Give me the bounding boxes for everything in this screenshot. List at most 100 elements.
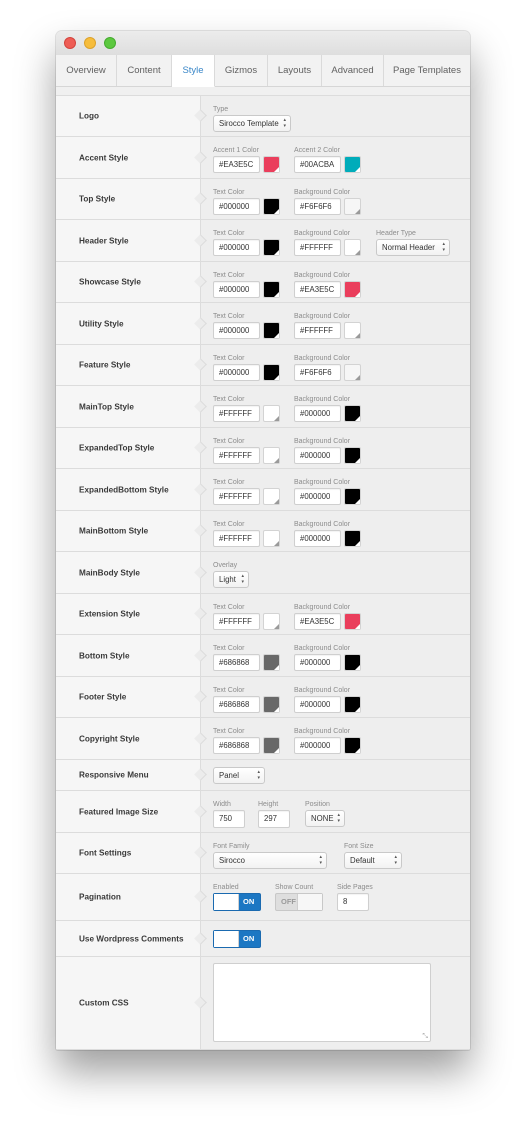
text-color-input[interactable]: #000000 — [213, 322, 260, 339]
background-color-input[interactable]: #000000 — [294, 488, 341, 505]
text-color-swatch[interactable] — [263, 696, 280, 713]
enabled-toggle[interactable]: ON — [213, 893, 261, 911]
background-color-input[interactable]: #FFFFFF — [294, 322, 341, 339]
show-count-toggle[interactable]: OFF — [275, 893, 323, 911]
tab-advanced[interactable]: Advanced — [322, 55, 384, 86]
setting-row-top-style: Top Style Text Color #000000 Background Col… — [56, 179, 470, 220]
text-color-input[interactable]: #FFFFFF — [213, 488, 260, 505]
field-overlay: Overlay Light — [213, 561, 249, 588]
text-color-input[interactable]: #000000 — [213, 364, 260, 381]
background-color-swatch[interactable] — [344, 322, 361, 339]
text-color-input[interactable]: #FFFFFF — [213, 447, 260, 464]
position-select[interactable]: NONE — [305, 810, 345, 827]
accent-1-color-input[interactable]: #EA3E5C — [213, 156, 260, 173]
setting-row-header-style: Header Style Text Color #000000 Background … — [56, 220, 470, 262]
background-color-swatch[interactable] — [344, 530, 361, 547]
tab-layouts[interactable]: Layouts — [268, 55, 322, 86]
background-color-input[interactable]: #000000 — [294, 530, 341, 547]
setting-label: Copyright Style — [79, 734, 140, 743]
setting-label-cell: Custom CSS — [56, 957, 201, 1049]
background-color-swatch[interactable] — [344, 696, 361, 713]
background-color-input[interactable]: #EA3E5C — [294, 613, 341, 630]
field-label: Height — [258, 801, 279, 808]
field-control: Sirocco — [213, 852, 327, 869]
tab-content[interactable]: Content — [117, 55, 172, 86]
field-text-color: Text Color #000000 — [213, 271, 280, 298]
minimize-window-button[interactable] — [84, 37, 96, 49]
background-color-input[interactable]: #FFFFFF — [294, 239, 341, 256]
text-color-swatch[interactable] — [263, 239, 280, 256]
background-color-swatch[interactable] — [344, 239, 361, 256]
field-control: Default — [344, 852, 402, 869]
use-wordpress-comments-toggle[interactable]: ON — [213, 930, 261, 948]
tab-style[interactable]: Style — [172, 55, 215, 87]
accent-2-color-swatch[interactable] — [344, 156, 361, 173]
text-color-swatch[interactable] — [263, 405, 280, 422]
background-color-input[interactable]: #000000 — [294, 405, 341, 422]
tab-overview[interactable]: Overview — [56, 55, 117, 86]
accent-2-color-input[interactable]: #00ACBA — [294, 156, 341, 173]
background-color-input[interactable]: #000000 — [294, 447, 341, 464]
text-color-input[interactable]: #000000 — [213, 239, 260, 256]
setting-label: Font Settings — [79, 848, 132, 858]
field-background-color: Background Color #EA3E5C — [294, 603, 361, 630]
text-color-input[interactable]: #FFFFFF — [213, 405, 260, 422]
text-color-swatch[interactable] — [263, 613, 280, 630]
text-color-swatch[interactable] — [263, 654, 280, 671]
setting-row-feature-style: Feature Style Text Color #000000 Background… — [56, 345, 470, 386]
text-color-input[interactable]: #FFFFFF — [213, 530, 260, 547]
custom-css-textarea[interactable]: ⤡ — [213, 963, 431, 1042]
field-label: Background Color — [294, 355, 351, 362]
width-input[interactable]: 750 — [213, 810, 245, 828]
field-text-color: Text Color #000000 — [213, 229, 280, 256]
setting-label: Responsive Menu — [79, 770, 149, 780]
text-color-input[interactable]: #000000 — [213, 198, 260, 215]
background-color-swatch[interactable] — [344, 447, 361, 464]
text-color-input[interactable]: #FFFFFF — [213, 613, 260, 630]
field-label: Type — [213, 106, 229, 113]
type-select[interactable]: Sirocco Template — [213, 115, 291, 132]
text-color-swatch[interactable] — [263, 447, 280, 464]
tab-page-templates[interactable]: Page Templates — [384, 55, 470, 86]
background-color-input[interactable]: #000000 — [294, 654, 341, 671]
text-color-swatch[interactable] — [263, 364, 280, 381]
background-color-swatch[interactable] — [344, 488, 361, 505]
text-color-input[interactable]: #686868 — [213, 654, 260, 671]
background-color-input[interactable]: #F6F6F6 — [294, 364, 341, 381]
field-label: Accent 1 Color — [213, 147, 259, 154]
font-family-select[interactable]: Sirocco — [213, 852, 327, 869]
background-color-swatch[interactable] — [344, 613, 361, 630]
text-color-swatch[interactable] — [263, 281, 280, 298]
background-color-swatch[interactable] — [344, 364, 361, 381]
background-color-input[interactable]: #000000 — [294, 696, 341, 713]
background-color-swatch[interactable] — [344, 281, 361, 298]
text-color-swatch[interactable] — [263, 198, 280, 215]
text-color-swatch[interactable] — [263, 530, 280, 547]
text-color-swatch[interactable] — [263, 737, 280, 754]
text-color-input[interactable]: #686868 — [213, 696, 260, 713]
resize-grip-icon[interactable]: ⤡ — [422, 1033, 428, 1040]
background-color-swatch[interactable] — [344, 737, 361, 754]
setting-row-copyright-style: Copyright Style Text Color #686868 Backgrou… — [56, 718, 470, 760]
text-color-input[interactable]: #686868 — [213, 737, 260, 754]
background-color-input[interactable]: #F6F6F6 — [294, 198, 341, 215]
tab-gizmos[interactable]: Gizmos — [215, 55, 268, 86]
header-type-select[interactable]: Normal Header — [376, 239, 450, 256]
background-color-swatch[interactable] — [344, 198, 361, 215]
font-size-select[interactable]: Default — [344, 852, 402, 869]
background-color-swatch[interactable] — [344, 405, 361, 422]
side-pages-input[interactable]: 8 — [337, 893, 369, 911]
text-color-input[interactable]: #000000 — [213, 281, 260, 298]
background-color-input[interactable]: #EA3E5C — [294, 281, 341, 298]
setting-label: Use Wordpress Comments — [79, 934, 184, 943]
zoom-window-button[interactable] — [104, 37, 116, 49]
accent-1-color-swatch[interactable] — [263, 156, 280, 173]
height-input[interactable]: 297 — [258, 810, 290, 828]
responsive-menu-select[interactable]: Panel — [213, 767, 265, 784]
close-window-button[interactable] — [64, 37, 76, 49]
overlay-select[interactable]: Light — [213, 571, 249, 588]
background-color-input[interactable]: #000000 — [294, 737, 341, 754]
background-color-swatch[interactable] — [344, 654, 361, 671]
text-color-swatch[interactable] — [263, 322, 280, 339]
text-color-swatch[interactable] — [263, 488, 280, 505]
